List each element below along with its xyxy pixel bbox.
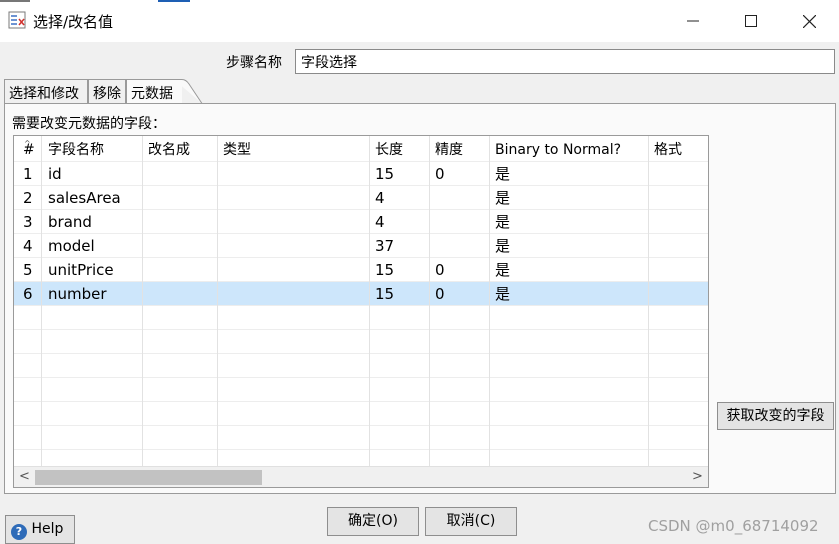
table-row-empty: [14, 378, 708, 402]
column-header[interactable]: 格式: [654, 138, 682, 162]
tab-edge: [174, 79, 203, 104]
row-number: 1: [23, 165, 33, 183]
row-number: 6: [23, 285, 33, 303]
window-title: 选择/改名值: [33, 13, 114, 31]
row-number: 2: [23, 189, 33, 207]
table-header: ^ # 字段名称 改名成 类型 长度 精度 Binary to Normal? …: [14, 138, 708, 162]
column-divider: [489, 136, 490, 466]
length-cell[interactable]: 15: [375, 258, 394, 282]
metadata-panel: 需要改变元数据的字段： ^ # 字段名称 改名成 类型 长度 精度 Binary…: [4, 103, 836, 494]
table-row-empty: [14, 306, 708, 330]
column-divider: [142, 136, 143, 466]
row-number: 3: [23, 213, 33, 231]
table-row-selected[interactable]: 6 number 15 0 是: [14, 282, 708, 306]
column-divider: [648, 136, 649, 466]
minimize-icon: [687, 20, 699, 22]
length-cell[interactable]: 15: [375, 282, 394, 306]
field-name-cell[interactable]: unitPrice: [48, 258, 114, 282]
length-cell[interactable]: 4: [375, 210, 385, 234]
precision-cell[interactable]: 0: [435, 162, 445, 186]
binary-to-normal-cell[interactable]: 是: [495, 282, 510, 306]
close-button[interactable]: [780, 0, 838, 42]
table-row-empty: [14, 330, 708, 354]
select-rename-icon: [8, 11, 26, 29]
binary-to-normal-cell[interactable]: 是: [495, 234, 510, 258]
column-header[interactable]: 长度: [375, 138, 403, 162]
horizontal-scrollbar[interactable]: < >: [14, 466, 708, 487]
help-button[interactable]: ? Help: [5, 515, 75, 544]
column-header[interactable]: #: [23, 138, 35, 162]
table-body: ^ # 字段名称 改名成 类型 长度 精度 Binary to Normal? …: [14, 136, 708, 474]
row-number: 4: [23, 237, 33, 255]
column-header[interactable]: 字段名称: [48, 138, 104, 162]
scroll-right-icon[interactable]: >: [692, 469, 703, 484]
table-row-empty: [14, 402, 708, 426]
taskbar-item: [0, 0, 30, 2]
column-divider: [217, 136, 218, 466]
help-label: Help: [31, 521, 64, 537]
scroll-left-icon[interactable]: <: [19, 469, 30, 484]
length-cell[interactable]: 4: [375, 186, 385, 210]
table-row[interactable]: 5 unitPrice 15 0 是: [14, 258, 708, 282]
cancel-button[interactable]: 取消(C): [425, 507, 517, 536]
close-icon: [802, 14, 816, 28]
watermark: CSDN @m0_68714092: [648, 517, 819, 535]
binary-to-normal-cell[interactable]: 是: [495, 186, 510, 210]
step-name-label: 步骤名称: [226, 55, 282, 71]
length-cell[interactable]: 15: [375, 162, 394, 186]
fields-table: ^ # 字段名称 改名成 类型 长度 精度 Binary to Normal? …: [13, 135, 709, 488]
ok-button[interactable]: 确定(O): [327, 507, 419, 536]
help-icon: ?: [11, 524, 27, 540]
column-divider: [429, 136, 430, 466]
table-row-empty: [14, 354, 708, 378]
column-divider: [369, 136, 370, 466]
fields-label: 需要改变元数据的字段：: [12, 116, 166, 132]
scrollbar-thumb[interactable]: [35, 470, 262, 485]
column-divider: [41, 136, 42, 466]
table-row[interactable]: 4 model 37 是: [14, 234, 708, 258]
table-row-empty: [14, 426, 708, 450]
get-changed-fields-button[interactable]: 获取改变的字段: [717, 402, 834, 430]
tab-select-modify[interactable]: 选择和修改: [4, 79, 88, 104]
title-bar: 选择/改名值: [0, 0, 839, 42]
step-name-input[interactable]: [295, 49, 835, 74]
field-name-cell[interactable]: model: [48, 234, 95, 258]
field-name-cell[interactable]: salesArea: [48, 186, 121, 210]
field-name-cell[interactable]: id: [48, 162, 62, 186]
row-number: 5: [23, 261, 33, 279]
column-header[interactable]: 改名成: [148, 138, 190, 162]
tab-remove[interactable]: 移除: [88, 79, 126, 104]
tab-strip: 选择和修改 移除 元数据: [4, 79, 835, 104]
table-row[interactable]: 3 brand 4 是: [14, 210, 708, 234]
table-row[interactable]: 1 id 15 0 是: [14, 162, 708, 186]
precision-cell[interactable]: 0: [435, 258, 445, 282]
binary-to-normal-cell[interactable]: 是: [495, 258, 510, 282]
table-row[interactable]: 2 salesArea 4 是: [14, 186, 708, 210]
precision-cell[interactable]: 0: [435, 282, 445, 306]
minimize-button[interactable]: [664, 0, 722, 42]
binary-to-normal-cell[interactable]: 是: [495, 210, 510, 234]
field-name-cell[interactable]: brand: [48, 210, 92, 234]
length-cell[interactable]: 37: [375, 234, 394, 258]
binary-to-normal-cell[interactable]: 是: [495, 162, 510, 186]
field-name-cell[interactable]: number: [48, 282, 107, 306]
maximize-button[interactable]: [722, 0, 780, 42]
column-header[interactable]: 精度: [435, 138, 463, 162]
maximize-icon: [745, 15, 757, 27]
taskbar-item-active: [158, 0, 190, 2]
column-header[interactable]: 类型: [223, 138, 251, 162]
column-header[interactable]: Binary to Normal?: [495, 138, 621, 162]
